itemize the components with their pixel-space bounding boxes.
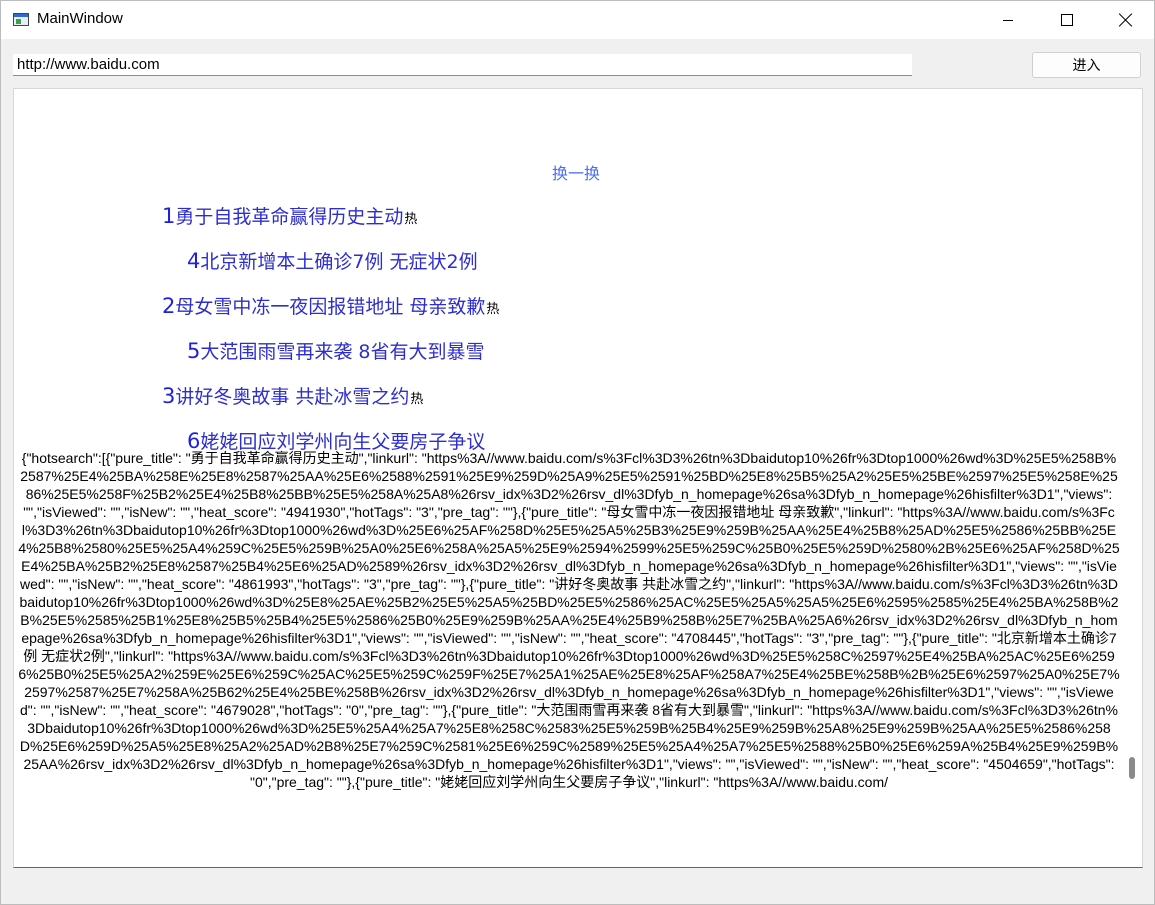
hot-item-rank: 1 <box>162 204 176 228</box>
hot-item-rank: 2 <box>162 294 176 318</box>
minimize-icon <box>1003 19 1013 21</box>
hot-item-rank: 5 <box>187 339 201 363</box>
go-button[interactable]: 进入 <box>1032 52 1141 78</box>
hot-item-title: 北京新增本土确诊7例 无症状2例 <box>200 251 478 273</box>
maximize-icon <box>1061 14 1073 26</box>
hot-item-title: 讲好冬奥故事 共赴冰雪之约 <box>175 386 410 408</box>
main-window: MainWindow 进入 换一换 1勇于自我革命赢得历史主动热 4北京新增本土… <box>0 0 1155 905</box>
title-bar: MainWindow <box>1 1 1154 39</box>
hot-item-rank: 3 <box>162 384 176 408</box>
hot-item-rank: 4 <box>187 249 201 273</box>
hot-item-5[interactable]: 5大范围雨雪再来袭 8省有大到暴雪 <box>187 337 486 364</box>
hot-badge: 热 <box>486 302 500 317</box>
refresh-link[interactable]: 换一换 <box>552 160 600 184</box>
hot-item-title: 大范围雨雪再来袭 8省有大到暴雪 <box>200 341 485 363</box>
close-icon <box>1119 13 1133 27</box>
hot-item-4[interactable]: 4北京新增本土确诊7例 无症状2例 <box>187 247 479 274</box>
hot-item-3[interactable]: 3讲好冬奥故事 共赴冰雪之约热 <box>162 382 423 409</box>
vertical-scrollbar-thumb[interactable] <box>1129 757 1135 779</box>
hot-badge: 热 <box>410 392 424 407</box>
hot-item-title: 母女雪中冻一夜因报错地址 母亲致歉 <box>175 296 486 318</box>
window-title: MainWindow <box>37 10 123 27</box>
hot-item-title: 勇于自我革命赢得历史主动 <box>175 206 404 228</box>
hot-badge: 热 <box>404 212 418 227</box>
raw-json-text: {"hotsearch":[{"pure_title": "勇于自我革命赢得历史… <box>18 450 1120 790</box>
url-input[interactable] <box>13 54 912 76</box>
web-view[interactable]: 换一换 1勇于自我革命赢得历史主动热 4北京新增本土确诊7例 无症状2例 2母女… <box>13 88 1143 868</box>
minimize-button[interactable] <box>979 1 1037 39</box>
maximize-button[interactable] <box>1038 1 1096 39</box>
hot-item-1[interactable]: 1勇于自我革命赢得历史主动热 <box>162 202 417 229</box>
app-window-icon <box>13 13 29 26</box>
hot-item-2[interactable]: 2母女雪中冻一夜因报错地址 母亲致歉热 <box>162 292 499 319</box>
close-button[interactable] <box>1097 1 1155 39</box>
